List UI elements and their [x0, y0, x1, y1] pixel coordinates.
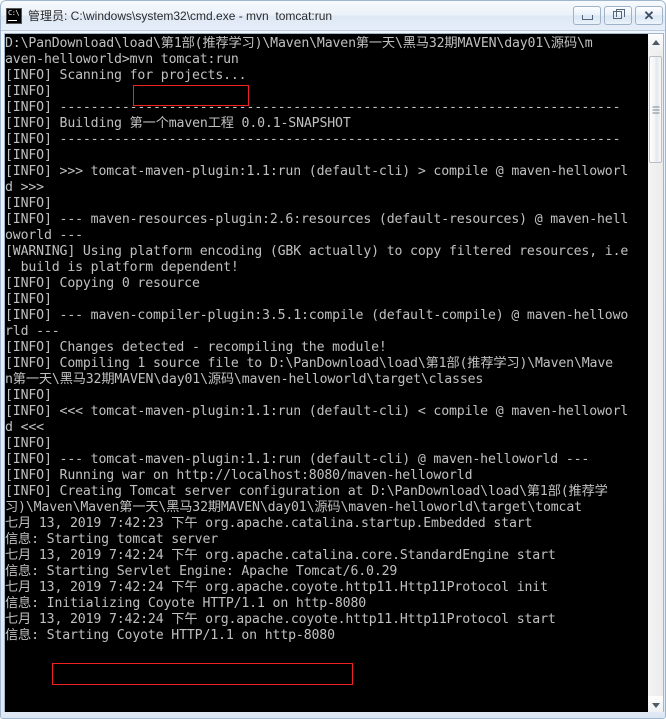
console-line: [INFO] Changes detected - recompiling th…	[5, 340, 387, 355]
console-line: n第一天\黑马32期MAVEN\day01\源码\maven-helloworl…	[5, 372, 484, 387]
console-line: [INFO] --- tomcat-maven-plugin:1.1:run (…	[5, 452, 590, 467]
console-line: [INFO] >>> tomcat-maven-plugin:1.1:run (…	[5, 164, 629, 179]
scroll-up-button[interactable]	[648, 34, 663, 51]
minimize-button[interactable]	[573, 6, 601, 25]
console-line: D:\PanDownload\load\第1部(推荐学习)\Maven\Mave…	[5, 36, 593, 51]
minimize-icon	[582, 15, 593, 20]
console-line: [INFO]	[5, 84, 52, 99]
console-line: d <<<	[5, 420, 44, 435]
console-line: [INFO] Copying 0 resource	[5, 276, 200, 291]
console-line: 七月 13, 2019 7:42:24 下午 org.apache.coyote…	[5, 612, 556, 627]
console-line: [WARNING] Using platform encoding (GBK a…	[5, 244, 629, 259]
console-line: 信息: Starting Coyote HTTP/1.1 on http-808…	[5, 628, 335, 643]
window-controls: ✕	[570, 6, 663, 25]
console-line: [INFO]	[5, 196, 52, 211]
console-line: [INFO]	[5, 292, 52, 307]
console-line: [INFO] ---------------------------------…	[5, 132, 621, 147]
window-title: 管理员: C:\windows\system32\cmd.exe - mvn t…	[28, 9, 333, 23]
restore-button[interactable]	[604, 6, 632, 25]
restore-icon	[613, 9, 625, 19]
vertical-scrollbar[interactable]	[647, 34, 663, 713]
scroll-down-arrow-icon	[651, 702, 660, 708]
console-line: [INFO]	[5, 388, 52, 403]
console-line: [INFO] Scanning for projects...	[5, 68, 247, 83]
scrollbar-grip-icon	[652, 106, 659, 113]
console-line: [INFO] Creating Tomcat server configurat…	[5, 484, 608, 499]
console-line: 七月 13, 2019 7:42:24 下午 org.apache.coyote…	[5, 580, 548, 595]
console-line: 七月 13, 2019 7:42:23 下午 org.apache.catali…	[5, 516, 533, 531]
console-line: [INFO] Running war on http://localhost:8…	[5, 468, 473, 483]
console-line: [INFO] <<< tomcat-maven-plugin:1.1:run (…	[5, 404, 629, 419]
cmd-window: 管理员: C:\windows\system32\cmd.exe - mvn t…	[0, 0, 666, 719]
console-line: 信息: Starting tomcat server	[5, 532, 219, 547]
console-line: 信息: Starting Servlet Engine: Apache Tomc…	[5, 564, 398, 579]
console-line-list: D:\PanDownload\load\第1部(推荐学习)\Maven\Mave…	[5, 36, 647, 644]
title-bar[interactable]: 管理员: C:\windows\system32\cmd.exe - mvn t…	[1, 1, 665, 31]
console-line: [INFO] ---------------------------------…	[5, 100, 621, 115]
scroll-down-button[interactable]	[648, 696, 663, 713]
console-line: 习)\Maven\Maven第一天\黑马32期MAVEN\day01\源码\ma…	[5, 500, 582, 515]
highlight-box-coyote-start	[52, 663, 353, 685]
window-bottom-frame	[1, 712, 665, 718]
console-line: [INFO] --- maven-resources-plugin:2.6:re…	[5, 212, 629, 227]
console-line: [INFO] Compiling 1 source file to D:\Pan…	[5, 356, 613, 371]
close-icon: ✕	[643, 8, 655, 23]
console-line: rld ---	[5, 324, 60, 339]
console-line: d >>>	[5, 180, 44, 195]
scrollbar-thumb[interactable]	[649, 56, 662, 163]
console-line: [INFO]	[5, 148, 52, 163]
console-line: [INFO] Building 第一个maven工程 0.0.1-SNAPSHO…	[5, 116, 351, 131]
console-line: [INFO] --- maven-compiler-plugin:3.5.1:c…	[5, 308, 629, 323]
cmd-console-icon	[6, 7, 22, 24]
console-line: 信息: Initializing Coyote HTTP/1.1 on http…	[5, 596, 367, 611]
console-line: . build is platform dependent!	[5, 260, 239, 275]
console-line: aven-helloworld>mvn tomcat:run	[5, 52, 239, 67]
scroll-up-arrow-icon	[651, 39, 660, 45]
console-line: 七月 13, 2019 7:42:24 下午 org.apache.catali…	[5, 548, 556, 563]
console-line: oworld ---	[5, 228, 83, 243]
console-area: D:\PanDownload\load\第1部(推荐学习)\Maven\Mave…	[4, 33, 664, 714]
console-output[interactable]: D:\PanDownload\load\第1部(推荐学习)\Maven\Mave…	[5, 34, 647, 713]
close-button[interactable]: ✕	[635, 6, 663, 25]
console-line: [INFO]	[5, 436, 52, 451]
